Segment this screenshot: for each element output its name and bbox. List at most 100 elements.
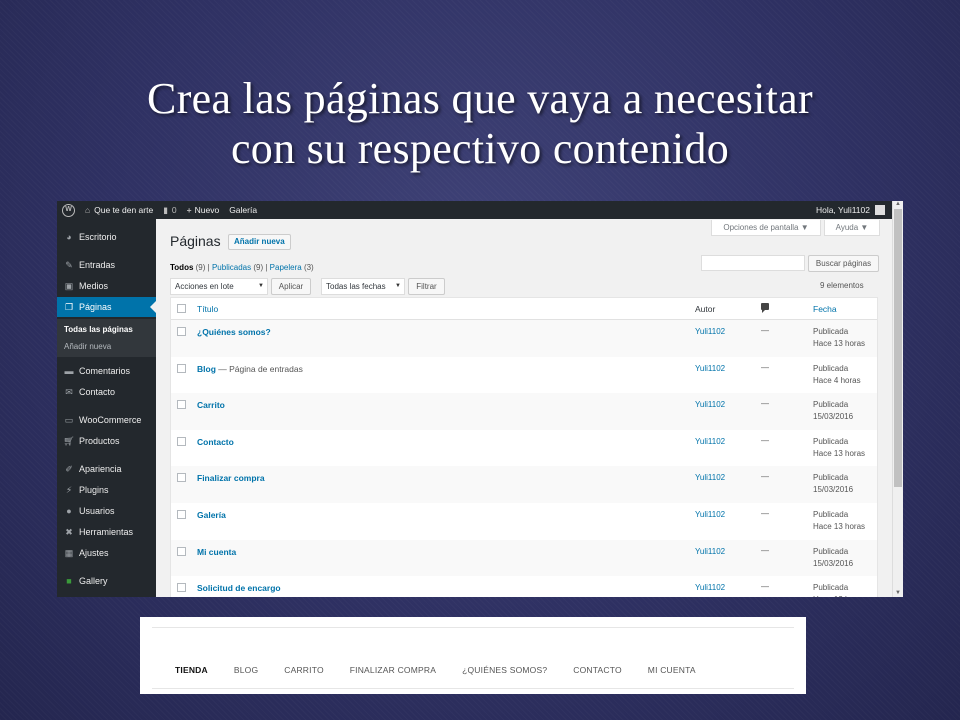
page-title-link[interactable]: Carrito: [197, 400, 225, 410]
filter-trash[interactable]: Papelera: [270, 263, 302, 272]
woocommerce-icon: ▭: [64, 414, 74, 425]
wp-logo-button[interactable]: W: [57, 201, 80, 219]
account-link[interactable]: Hola, Yuli1102: [811, 201, 903, 219]
scroll-down-arrow-icon[interactable]: ▼: [894, 590, 902, 597]
filter-separator: |: [207, 263, 210, 272]
author-link[interactable]: Yuli1102: [695, 364, 725, 373]
plugin-icon: ⚡︎: [65, 484, 73, 495]
gallery-icon: ■: [66, 576, 72, 586]
scroll-thumb[interactable]: [894, 209, 902, 487]
table-row: Blog — Página de entradas Yuli1102 — Public…: [171, 357, 877, 394]
help-button[interactable]: Ayuda ▼: [824, 220, 880, 236]
author-link[interactable]: Yuli1102: [695, 547, 725, 556]
submenu-add-new[interactable]: Añadir nueva: [64, 342, 111, 351]
publish-status: Publicada: [813, 436, 849, 446]
row-checkbox[interactable]: [177, 546, 186, 556]
sidebar-item-label: Productos: [79, 436, 120, 446]
filter-button[interactable]: Filtrar: [408, 278, 445, 295]
gallery-link[interactable]: Galería: [224, 201, 262, 219]
sidebar-item-contacto[interactable]: ✉ Contacto: [57, 382, 156, 402]
scrollbar[interactable]: ▲ ▼: [892, 201, 903, 597]
slide-title-line-2: con su respectivo contenido: [230, 124, 730, 173]
row-checkbox[interactable]: [177, 583, 186, 593]
dashboard-icon: ◕: [66, 232, 72, 242]
pages-icon: ❐: [64, 301, 74, 312]
page-title-link[interactable]: Blog: [197, 364, 216, 374]
sidebar-item-medios[interactable]: ▣ Medios: [57, 276, 156, 296]
nav-item-finalizar-compra[interactable]: FINALIZAR COMPRA: [350, 665, 436, 675]
nav-item-quienes-somos[interactable]: ¿QUIÉNES SOMOS?: [462, 665, 547, 675]
sidebar-item-gallery[interactable]: ■ Gallery: [57, 571, 156, 591]
row-checkbox[interactable]: [177, 363, 186, 373]
sidebar-item-apariencia[interactable]: ✐ Apariencia: [57, 459, 156, 479]
greeting-label: Hola, Yuli1102: [815, 205, 870, 215]
page-title-link[interactable]: ¿Quiénes somos?: [197, 327, 271, 337]
row-checkbox[interactable]: [177, 327, 186, 336]
date-cell: Publicada Hace 4 horas: [813, 363, 861, 387]
new-label: Nuevo: [194, 205, 220, 215]
admin-bar: W ⌂ Que te den arte ▮ 0 + Nuevo Galería …: [57, 201, 903, 219]
author-link[interactable]: Yuli1102: [695, 510, 725, 519]
nav-item-carrito[interactable]: CARRITO: [284, 665, 324, 675]
status-filters: Todos (9) | Publicadas (9) | Papelera (3…: [170, 263, 314, 272]
bulk-actions-value: Acciones en lote: [175, 282, 234, 291]
sidebar-item-paginas[interactable]: ❐ Páginas: [57, 297, 156, 317]
comments-link[interactable]: ▮ 0: [158, 201, 181, 219]
date-filter-select[interactable]: Todas las fechas ▼: [321, 278, 405, 295]
sidebar-item-woocommerce[interactable]: ▭ WooCommerce: [57, 410, 156, 430]
table-row: Mi cuenta Yuli1102 — Publicada 15/03/2016: [171, 539, 877, 577]
nav-item-mi-cuenta[interactable]: MI CUENTA: [648, 665, 696, 675]
scroll-up-arrow-icon[interactable]: ▲: [894, 201, 902, 208]
bulk-actions-select[interactable]: Acciones en lote ▼: [170, 278, 268, 295]
row-checkbox[interactable]: [177, 436, 186, 446]
comments-column-icon[interactable]: [761, 303, 769, 313]
site-name-link[interactable]: ⌂ Que te den arte: [80, 201, 158, 219]
search-pages-button[interactable]: Buscar páginas: [808, 255, 879, 272]
page-title-link[interactable]: Finalizar compra: [197, 473, 265, 483]
apply-button[interactable]: Aplicar: [271, 278, 311, 295]
nav-item-blog[interactable]: BLOG: [234, 665, 258, 675]
add-new-button[interactable]: Añadir nueva: [228, 234, 291, 250]
author-link[interactable]: Yuli1102: [695, 583, 725, 592]
screen-options-button[interactable]: Opciones de pantalla ▼: [711, 220, 821, 236]
select-all-checkbox[interactable]: [177, 304, 186, 313]
author-link[interactable]: Yuli1102: [695, 437, 725, 446]
sidebar-item-comentarios[interactable]: ▬ Comentarios: [57, 361, 156, 381]
author-link[interactable]: Yuli1102: [695, 400, 725, 409]
filter-trash-count: (3): [303, 263, 314, 272]
filter-all[interactable]: Todos: [170, 263, 193, 272]
sidebar-item-label: Contacto: [79, 387, 116, 397]
column-header-date[interactable]: Fecha: [813, 304, 837, 314]
page-title-link[interactable]: Mi cuenta: [197, 547, 236, 557]
new-content-link[interactable]: + Nuevo: [182, 201, 225, 219]
site-name-label: Que te den arte: [94, 205, 154, 215]
sidebar-item-ajustes[interactable]: ▦ Ajustes: [57, 543, 156, 563]
column-header-title[interactable]: Título: [197, 304, 218, 314]
row-title-cell: Contacto: [197, 437, 234, 447]
sidebar-item-entradas[interactable]: ✎ Entradas: [57, 255, 156, 275]
sidebar-item-usuarios[interactable]: ● Usuarios: [57, 501, 156, 521]
page-title-link[interactable]: Galería: [197, 510, 226, 520]
sidebar-item-label: Ajustes: [79, 548, 109, 558]
search-input[interactable]: [701, 255, 805, 271]
sidebar-item-label: Herramientas: [79, 527, 134, 537]
author-link[interactable]: Yuli1102: [695, 327, 725, 336]
nav-item-tienda[interactable]: TIENDA: [175, 665, 208, 675]
page-title-link[interactable]: Contacto: [197, 437, 234, 447]
row-checkbox[interactable]: [177, 473, 186, 483]
author-link[interactable]: Yuli1102: [695, 473, 725, 482]
publish-status: Publicada: [813, 400, 849, 410]
sidebar-item-herramientas[interactable]: ✖ Herramientas: [57, 522, 156, 542]
row-checkbox[interactable]: [177, 509, 186, 519]
sidebar-item-productos[interactable]: 🛒︎ Productos: [57, 431, 156, 451]
sidebar-item-plugins[interactable]: ⚡︎ Plugins: [57, 480, 156, 500]
filter-published[interactable]: Publicadas: [212, 263, 251, 272]
comments-count: —: [761, 545, 769, 555]
page-title-link[interactable]: Solicitud de encargo: [197, 583, 281, 593]
row-checkbox[interactable]: [177, 400, 186, 410]
sidebar-item-escritorio[interactable]: ◕ Escritorio: [57, 227, 156, 247]
row-title-cell: Finalizar compra: [197, 473, 265, 483]
submenu-all-pages[interactable]: Todas las páginas: [64, 325, 133, 334]
table-row: Solicitud de encargo Yuli1102 — Publicada Ha…: [171, 576, 877, 597]
nav-item-contacto[interactable]: CONTACTO: [573, 665, 622, 675]
